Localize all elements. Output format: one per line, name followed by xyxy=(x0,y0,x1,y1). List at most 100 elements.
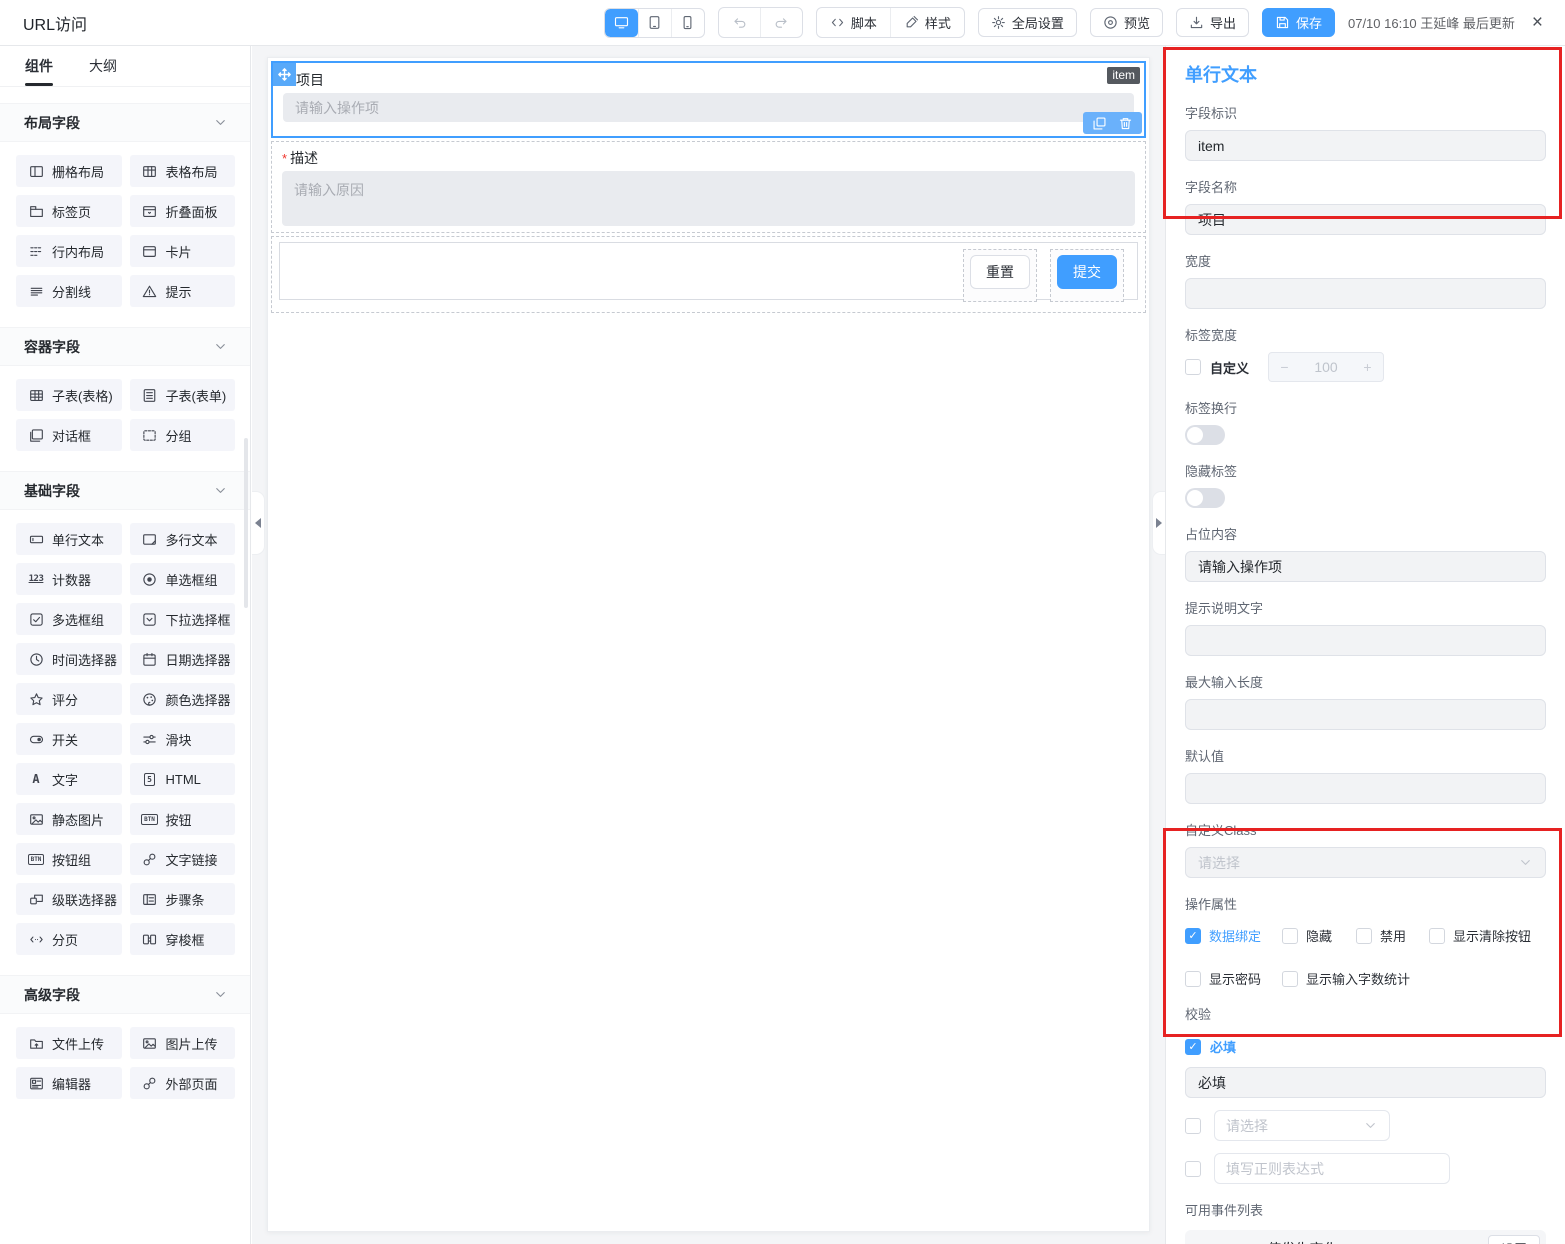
component-item-counter[interactable]: 123计数器 xyxy=(16,563,122,595)
component-item-slider[interactable]: 滑块 xyxy=(130,723,236,755)
section-header[interactable]: 基础字段 xyxy=(0,471,250,510)
component-item-transfer[interactable]: 穿梭框 xyxy=(130,923,236,955)
option-checkbox[interactable] xyxy=(1282,971,1298,987)
drag-handle[interactable] xyxy=(273,63,296,86)
canvas-text-input[interactable]: 请输入操作项 xyxy=(283,93,1134,122)
event-settings-button[interactable]: 设置 xyxy=(1488,1235,1540,1244)
behavior-option[interactable]: 显示输入字数统计 xyxy=(1282,969,1546,988)
save-button[interactable]: 保存 xyxy=(1262,8,1335,37)
component-item-group[interactable]: 分组 xyxy=(130,419,236,451)
option-checkbox[interactable]: ✓ xyxy=(1185,928,1201,944)
field-id-input[interactable]: item xyxy=(1185,130,1546,161)
behavior-option[interactable]: 显示清除按钮 xyxy=(1429,926,1546,945)
selected-field-item[interactable]: 项目 item 请输入操作项 xyxy=(271,61,1146,138)
component-item-pagination[interactable]: 分页 xyxy=(16,923,122,955)
section-header[interactable]: 布局字段 xyxy=(0,103,250,142)
component-item-alert[interactable]: 提示 xyxy=(130,275,236,307)
redo-button[interactable] xyxy=(760,8,802,37)
placeholder-input[interactable]: 请输入操作项 xyxy=(1185,551,1546,582)
component-item-steps[interactable]: 步骤条 xyxy=(130,883,236,915)
component-item-imageupload[interactable]: 图片上传 xyxy=(130,1027,236,1059)
device-desktop-button[interactable] xyxy=(605,9,638,37)
script-button[interactable]: 脚本 xyxy=(817,8,890,37)
stepper-plus-button[interactable]: + xyxy=(1352,359,1383,375)
form-canvas-card[interactable]: 项目 item 请输入操作项 *描述 请输入原因 重置 提交 xyxy=(267,57,1150,1232)
collapse-right-panel-handle[interactable] xyxy=(1152,491,1165,555)
copy-icon[interactable] xyxy=(1092,116,1107,131)
component-item-switch[interactable]: 开关 xyxy=(16,723,122,755)
component-item-time[interactable]: 时间选择器 xyxy=(16,643,122,675)
form-actions-container[interactable]: 重置 提交 xyxy=(271,236,1146,313)
component-item-color[interactable]: 颜色选择器 xyxy=(130,683,236,715)
option-checkbox[interactable] xyxy=(1356,928,1372,944)
component-item-cascade[interactable]: 级联选择器 xyxy=(16,883,122,915)
behavior-option[interactable]: ✓数据绑定 xyxy=(1185,926,1282,945)
section-header[interactable]: 高级字段 xyxy=(0,975,250,1014)
option-checkbox[interactable] xyxy=(1185,971,1201,987)
max-length-input[interactable] xyxy=(1185,699,1546,730)
component-item-checkbox[interactable]: 多选框组 xyxy=(16,603,122,635)
component-item-external[interactable]: 外部页面 xyxy=(130,1067,236,1099)
component-item-table[interactable]: 表格布局 xyxy=(130,155,236,187)
collapse-left-panel-handle[interactable] xyxy=(252,491,265,555)
submit-button[interactable]: 提交 xyxy=(1057,255,1117,289)
regex-input[interactable]: 填写正则表达式 xyxy=(1214,1153,1450,1184)
component-item-button[interactable]: BTN按钮 xyxy=(130,803,236,835)
component-item-editor[interactable]: 编辑器 xyxy=(16,1067,122,1099)
stepper-minus-button[interactable]: − xyxy=(1269,359,1300,375)
component-item-inline[interactable]: 行内布局 xyxy=(16,235,122,267)
required-message-input[interactable]: 必填 xyxy=(1185,1067,1546,1098)
custom-label-width-checkbox[interactable] xyxy=(1185,359,1201,375)
option-checkbox[interactable] xyxy=(1429,928,1445,944)
close-button[interactable]: × xyxy=(1528,13,1547,32)
component-item-subform[interactable]: 子表(表单) xyxy=(130,379,236,411)
stepper-value[interactable]: 100 xyxy=(1300,359,1352,375)
component-item-collapse[interactable]: 折叠面板 xyxy=(130,195,236,227)
device-phone-button[interactable] xyxy=(671,9,704,37)
component-item-select[interactable]: 下拉选择框 xyxy=(130,603,236,635)
component-item-link[interactable]: 文字链接 xyxy=(130,843,236,875)
component-item-input[interactable]: 单行文本 xyxy=(16,523,122,555)
component-item-card[interactable]: 卡片 xyxy=(130,235,236,267)
tab-components[interactable]: 组件 xyxy=(25,46,53,86)
undo-button[interactable] xyxy=(719,8,760,37)
validation-type-select[interactable]: 请选择 xyxy=(1214,1110,1390,1141)
field-desc[interactable]: *描述 请输入原因 xyxy=(271,141,1146,233)
option-checkbox[interactable] xyxy=(1282,928,1298,944)
component-item-buttons[interactable]: BTN按钮组 xyxy=(16,843,122,875)
behavior-option[interactable]: 禁用 xyxy=(1356,926,1429,945)
tip-text-input[interactable] xyxy=(1185,625,1546,656)
hide-label-toggle[interactable] xyxy=(1185,488,1225,508)
submit-button-wrapper[interactable]: 提交 xyxy=(1050,249,1124,302)
field-name-input[interactable]: 项目 xyxy=(1185,204,1546,235)
component-item-subtable[interactable]: 子表(表格) xyxy=(16,379,122,411)
component-item-image[interactable]: 静态图片 xyxy=(16,803,122,835)
canvas-textarea[interactable]: 请输入原因 xyxy=(282,171,1135,226)
component-item-date[interactable]: 日期选择器 xyxy=(130,643,236,675)
preview-button[interactable]: 预览 xyxy=(1090,8,1163,37)
component-item-dialog[interactable]: 对话框 xyxy=(16,419,122,451)
required-checkbox[interactable]: ✓ xyxy=(1185,1039,1201,1055)
reset-button-wrapper[interactable]: 重置 xyxy=(963,249,1037,302)
validation-type-checkbox[interactable] xyxy=(1185,1118,1201,1134)
default-value-input[interactable] xyxy=(1185,773,1546,804)
behavior-option[interactable]: 显示密码 xyxy=(1185,969,1282,988)
component-item-grid[interactable]: 栅格布局 xyxy=(16,155,122,187)
global-settings-button[interactable]: 全局设置 xyxy=(978,8,1077,37)
label-wrap-toggle[interactable] xyxy=(1185,425,1225,445)
component-item-tabs[interactable]: 标签页 xyxy=(16,195,122,227)
tab-outline[interactable]: 大纲 xyxy=(89,46,117,86)
section-header[interactable]: 容器字段 xyxy=(0,327,250,366)
component-item-divider[interactable]: 分割线 xyxy=(16,275,122,307)
trash-icon[interactable] xyxy=(1118,116,1133,131)
component-item-text[interactable]: A文字 xyxy=(16,763,122,795)
component-item-rate[interactable]: 评分 xyxy=(16,683,122,715)
sidebar-scrollbar[interactable] xyxy=(244,438,248,608)
component-item-upload[interactable]: 文件上传 xyxy=(16,1027,122,1059)
component-item-textarea[interactable]: 多行文本 xyxy=(130,523,236,555)
component-item-radio[interactable]: 单选框组 xyxy=(130,563,236,595)
width-input[interactable] xyxy=(1185,278,1546,309)
regex-checkbox[interactable] xyxy=(1185,1161,1201,1177)
device-tablet-button[interactable] xyxy=(638,9,671,37)
behavior-option[interactable]: 隐藏 xyxy=(1282,926,1356,945)
